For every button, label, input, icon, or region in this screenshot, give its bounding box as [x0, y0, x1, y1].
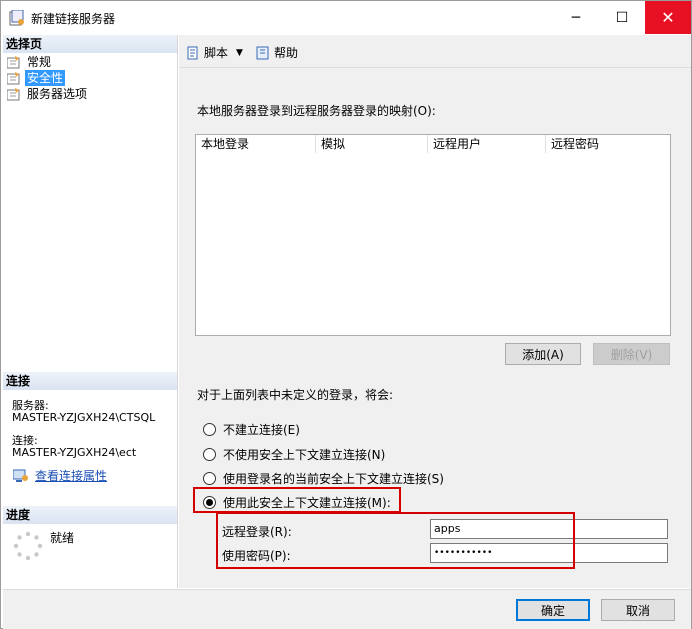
- left-panel: 选择页 常规 安全性 服务器选项 连接 服务器: MASTER-YZJGXH24…: [3, 35, 178, 588]
- progress-status: 就绪: [50, 531, 75, 545]
- select-page-header: 选择页: [3, 35, 177, 53]
- window-title: 新建链接服务器: [31, 12, 116, 26]
- delete-button[interactable]: 删除(V): [593, 343, 670, 365]
- script-label: 脚本: [204, 46, 229, 60]
- cancel-button[interactable]: 取消: [601, 599, 675, 621]
- column-header[interactable]: 远程用户: [428, 135, 546, 153]
- radio-button[interactable]: [203, 472, 216, 485]
- highlight-box: [193, 487, 401, 513]
- radio-button[interactable]: [203, 448, 216, 461]
- page-icon: [6, 87, 21, 101]
- radio-current-security-context[interactable]: 使用登录名的当前安全上下文建立连接(S): [203, 470, 444, 487]
- ok-button[interactable]: 确定: [516, 599, 590, 621]
- page-item-general[interactable]: 常规: [6, 54, 53, 70]
- page-item-server-options[interactable]: 服务器选项: [6, 86, 89, 102]
- page-item-security[interactable]: 安全性: [6, 70, 66, 86]
- connection-header: 连接: [3, 372, 177, 390]
- connection-properties-icon: [13, 469, 28, 482]
- radio-label: 使用登录名的当前安全上下文建立连接(S): [223, 472, 444, 486]
- page-item-label: 常规: [27, 55, 52, 69]
- script-button[interactable]: 脚本 ▼: [186, 44, 243, 61]
- radio-label: 不使用安全上下文建立连接(N): [223, 448, 386, 462]
- mapping-label: 本地服务器登录到远程服务器登录的映射(O):: [197, 104, 436, 118]
- radio-no-connection[interactable]: 不建立连接(E): [203, 421, 300, 438]
- view-connection-properties-link[interactable]: 查看连接属性: [35, 470, 107, 483]
- help-icon: [256, 46, 270, 60]
- maximize-button[interactable]: ☐: [599, 1, 645, 34]
- minimize-button[interactable]: ─: [553, 1, 599, 34]
- dialog-footer: 确定 取消: [3, 589, 691, 629]
- chevron-down-icon[interactable]: ▼: [236, 48, 243, 58]
- progress-header: 进度: [3, 506, 177, 524]
- close-button[interactable]: ✕: [645, 1, 691, 34]
- page-item-label: 服务器选项: [27, 87, 88, 101]
- login-mapping-table[interactable]: 本地登录 模拟 远程用户 远程密码: [195, 134, 671, 336]
- add-button[interactable]: 添加(A): [505, 343, 581, 365]
- connection-value: MASTER-YZJGXH24\ect: [12, 446, 137, 459]
- help-label: 帮助: [274, 46, 299, 60]
- page-item-label: 安全性: [25, 70, 66, 86]
- column-header[interactable]: 本地登录: [196, 135, 316, 153]
- dialog-window: 新建链接服务器 ─ ☐ ✕ 选择页 常规 安全性 服务器选项 连接 服务器: M…: [0, 0, 692, 629]
- page-icon: [6, 55, 21, 69]
- script-icon: [186, 46, 200, 60]
- radio-button[interactable]: [203, 423, 216, 436]
- highlight-box: [216, 512, 575, 569]
- main-panel: 脚本 ▼ 帮助 本地服务器登录到远程服务器登录的映射(O): 本地登录 模拟 远…: [179, 35, 691, 588]
- linked-server-icon: [9, 10, 24, 26]
- undefined-logins-label: 对于上面列表中未定义的登录，将会:: [197, 388, 394, 402]
- radio-label: 不建立连接(E): [223, 423, 300, 437]
- toolbar: 脚本 ▼ 帮助: [179, 35, 691, 68]
- column-header[interactable]: 模拟: [316, 135, 428, 153]
- title-bar: 新建链接服务器 ─ ☐ ✕: [1, 1, 691, 34]
- help-button[interactable]: 帮助: [256, 44, 298, 61]
- column-header[interactable]: 远程密码: [546, 135, 670, 153]
- server-value: MASTER-YZJGXH24\CTSQL: [12, 411, 156, 424]
- page-icon: [6, 71, 21, 85]
- progress-spinner-icon: [13, 531, 43, 561]
- radio-no-security-context[interactable]: 不使用安全上下文建立连接(N): [203, 446, 385, 463]
